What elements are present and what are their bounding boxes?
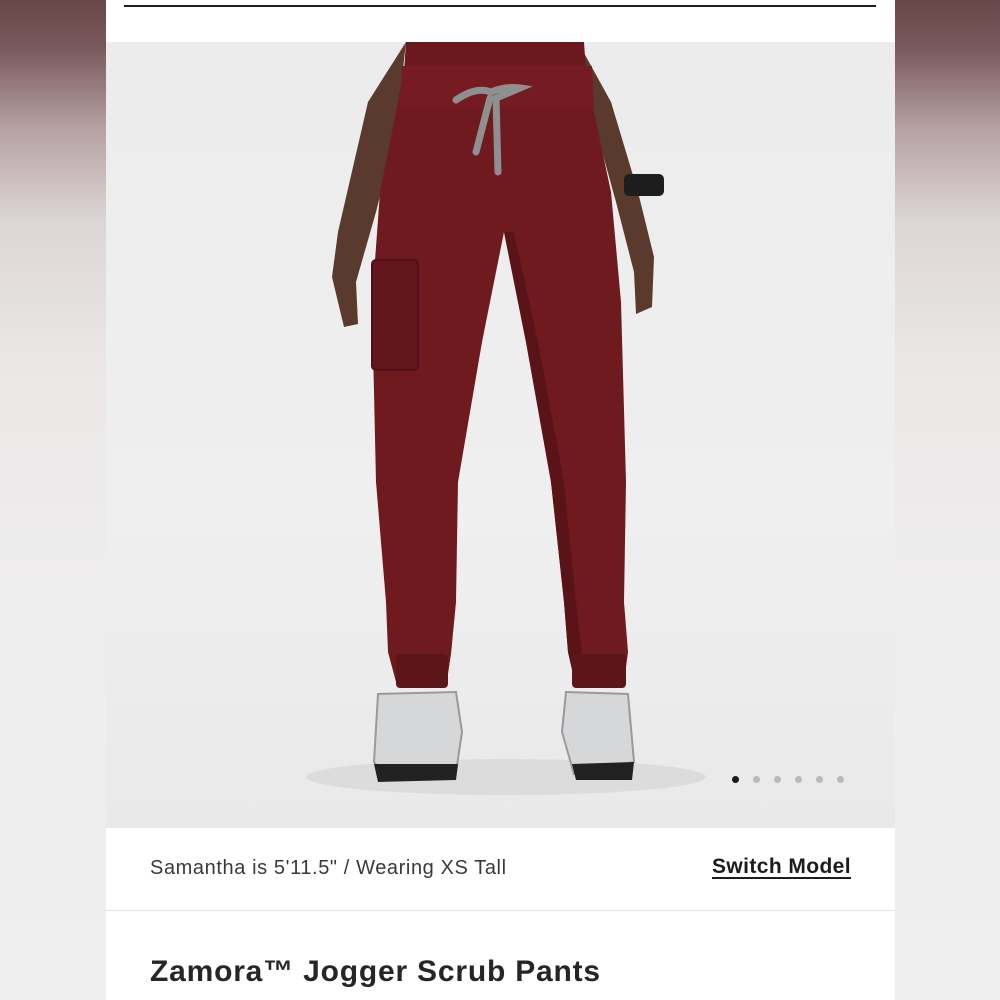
gallery-dot-2[interactable] <box>753 776 760 783</box>
product-photo-illustration <box>306 42 706 795</box>
left-shoe-sole <box>374 764 458 782</box>
gallery-dot-1[interactable] <box>732 776 739 783</box>
gallery-dot-6[interactable] <box>837 776 844 783</box>
model-info-row: Samantha is 5'11.5" / Wearing XS Tall Sw… <box>106 828 895 911</box>
left-cuff <box>396 654 448 688</box>
right-cuff <box>572 654 626 688</box>
product-card: Samantha is 5'11.5" / Wearing XS Tall Sw… <box>106 0 895 1000</box>
header-divider <box>124 5 876 7</box>
left-backdrop <box>0 0 106 1000</box>
product-image[interactable] <box>106 42 895 828</box>
gallery-dot-3[interactable] <box>774 776 781 783</box>
gallery-dot-5[interactable] <box>816 776 823 783</box>
right-backdrop <box>895 0 1000 1000</box>
gallery-dot-4[interactable] <box>795 776 802 783</box>
right-shoe-sole <box>572 762 634 780</box>
model-caption: Samantha is 5'11.5" / Wearing XS Tall <box>150 857 507 879</box>
right-shoe <box>560 690 636 776</box>
gallery-pagination <box>732 776 844 783</box>
product-title: Zamora™ Jogger Scrub Pants <box>150 955 601 988</box>
watch-icon <box>624 174 664 196</box>
floor-shadow <box>306 759 706 795</box>
cargo-pocket <box>371 259 419 371</box>
switch-model-link[interactable]: Switch Model <box>712 855 851 879</box>
